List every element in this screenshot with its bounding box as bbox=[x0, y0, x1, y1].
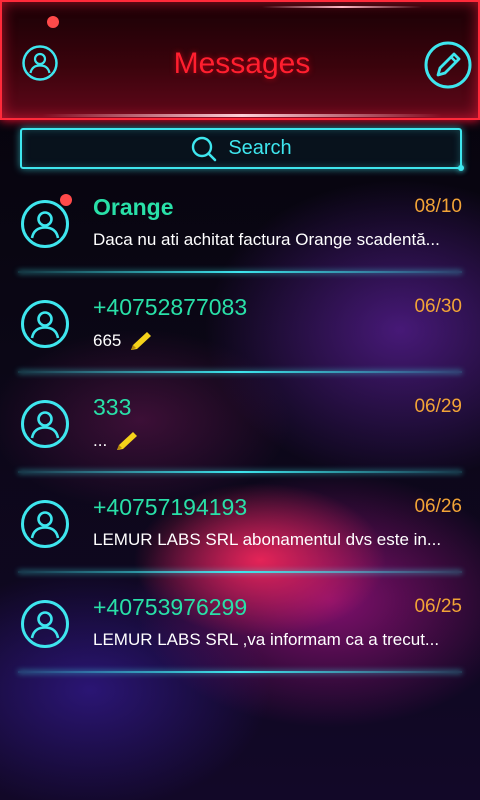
app-header: Messages bbox=[0, 0, 480, 120]
pencil-circle-icon bbox=[424, 41, 472, 89]
row-divider bbox=[18, 371, 462, 373]
conversation-item[interactable]: +40752877083 06/30 665 bbox=[0, 278, 480, 378]
contact-avatar-icon bbox=[21, 400, 69, 448]
message-date: 06/26 bbox=[414, 496, 462, 517]
row-divider bbox=[18, 471, 462, 473]
contact-name: +40757194193 bbox=[93, 494, 248, 520]
unread-dot bbox=[60, 194, 72, 206]
search-icon bbox=[192, 136, 217, 161]
conversation-item[interactable]: +40757194193 06/26 LEMUR LABS SRL abonam… bbox=[0, 478, 480, 578]
message-snippet: LEMUR LABS SRL ,va informam ca a trecut.… bbox=[93, 630, 463, 650]
message-date: 06/29 bbox=[414, 396, 462, 417]
conversation-item[interactable]: +40753976299 06/25 LEMUR LABS SRL ,va in… bbox=[0, 578, 480, 678]
contact-avatar-icon bbox=[21, 500, 69, 548]
conversation-item[interactable]: 333 06/29 ... bbox=[0, 378, 480, 478]
message-snippet: LEMUR LABS SRL abonamentul dvs este in..… bbox=[93, 530, 463, 550]
message-snippet-text: LEMUR LABS SRL ,va informam ca a trecut.… bbox=[93, 630, 440, 649]
row-divider bbox=[18, 671, 462, 673]
header-glow-top bbox=[262, 6, 422, 8]
draft-pencil-icon bbox=[131, 332, 152, 350]
conversation-list: Orange 08/10 Daca nu ati achitat factura… bbox=[0, 178, 480, 678]
row-divider bbox=[18, 571, 462, 573]
contact-name: 333 bbox=[93, 394, 132, 420]
header-glow-bottom bbox=[42, 114, 442, 117]
message-snippet-text: LEMUR LABS SRL abonamentul dvs este in..… bbox=[93, 530, 442, 549]
row-divider bbox=[18, 271, 462, 273]
message-snippet-text: ... bbox=[93, 431, 108, 450]
message-date: 06/30 bbox=[414, 296, 462, 317]
draft-pencil-icon bbox=[117, 432, 138, 450]
message-date: 06/25 bbox=[414, 596, 462, 617]
message-snippet: Daca nu ati achitat factura Orange scade… bbox=[93, 230, 463, 250]
contact-name: +40753976299 bbox=[93, 594, 248, 620]
conversation-item[interactable]: Orange 08/10 Daca nu ati achitat factura… bbox=[0, 178, 480, 278]
message-snippet: 665 bbox=[93, 330, 463, 352]
compose-button[interactable] bbox=[423, 40, 473, 90]
profile-notification-dot bbox=[47, 16, 59, 28]
contact-name: +40752877083 bbox=[93, 294, 248, 320]
search-corner-glow bbox=[458, 165, 464, 171]
page-title: Messages bbox=[173, 47, 311, 80]
message-snippet-text: Daca nu ati achitat factura Orange scade… bbox=[93, 230, 440, 249]
contact-avatar-icon bbox=[21, 200, 69, 248]
search-bar[interactable]: Search bbox=[20, 128, 464, 171]
contact-name: Orange bbox=[93, 194, 174, 220]
message-snippet-text: 665 bbox=[93, 331, 122, 350]
message-snippet: ... bbox=[93, 430, 463, 452]
message-date: 08/10 bbox=[414, 196, 462, 217]
contact-avatar-icon bbox=[21, 300, 69, 348]
search-label: Search bbox=[228, 137, 292, 159]
contact-avatar-icon bbox=[21, 600, 69, 648]
